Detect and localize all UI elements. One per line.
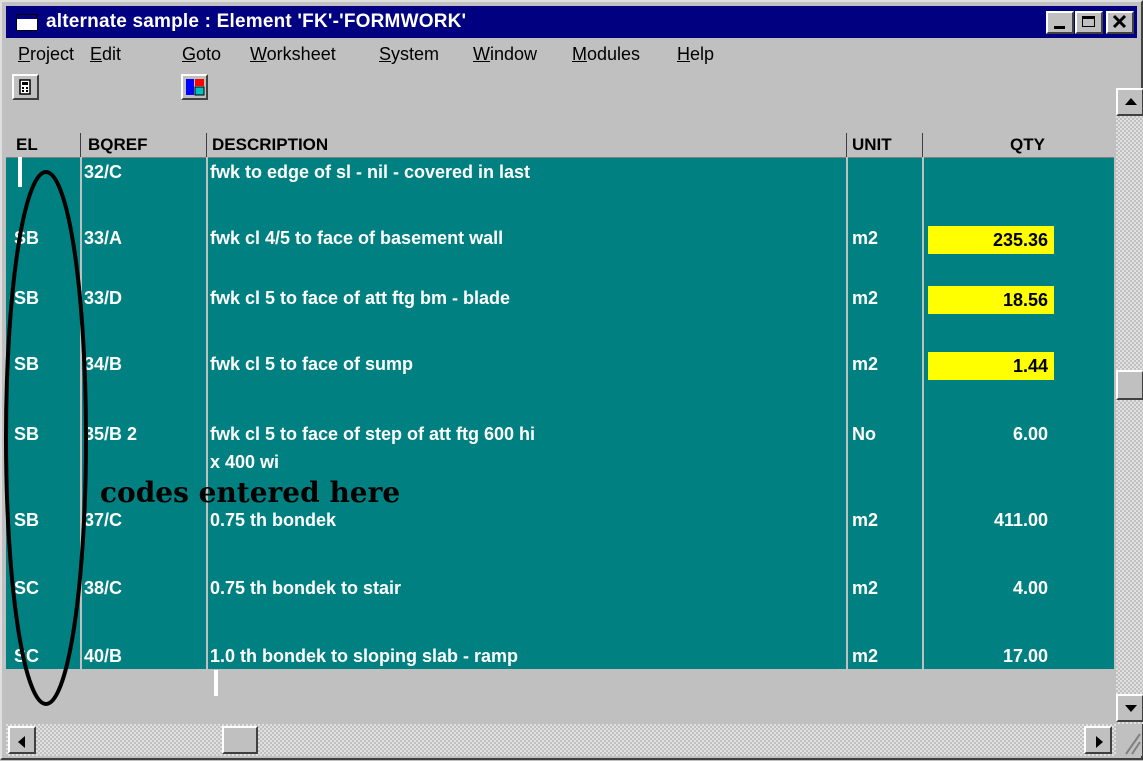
- cell-unit[interactable]: m2: [852, 228, 878, 249]
- arrow-down-icon: [1125, 705, 1137, 712]
- maximize-icon: [1082, 16, 1095, 27]
- cell-unit[interactable]: m2: [852, 354, 878, 375]
- cell-description[interactable]: 0.75 th bondek to stair: [210, 578, 401, 599]
- col-divider[interactable]: [206, 133, 207, 157]
- cell-qty[interactable]: 17.00: [928, 646, 1054, 667]
- col-unit[interactable]: UNIT: [852, 135, 892, 155]
- menu-worksheet[interactable]: Worksheet: [250, 44, 336, 65]
- menu-window[interactable]: Window: [473, 44, 537, 65]
- vertical-scrollbar[interactable]: [1116, 88, 1143, 724]
- menu-system[interactable]: System: [379, 44, 439, 65]
- col-divider[interactable]: [80, 133, 81, 157]
- cell-qty[interactable]: 6.00: [928, 424, 1054, 445]
- size-grip[interactable]: [1116, 724, 1142, 756]
- cell-description-line2[interactable]: x 400 wi: [210, 452, 279, 473]
- menu-edit[interactable]: Edit: [90, 44, 121, 65]
- arrow-left-icon: [18, 736, 25, 748]
- cell-qty[interactable]: 4.00: [928, 578, 1054, 599]
- cell-description[interactable]: fwk cl 5 to face of sump: [210, 354, 413, 375]
- menu-modules[interactable]: Modules: [572, 44, 640, 65]
- cell-qty[interactable]: 235.36: [928, 226, 1054, 254]
- cell-unit[interactable]: m2: [852, 288, 878, 309]
- annotation-ellipse: [4, 170, 88, 706]
- window-icon[interactable]: [16, 14, 38, 31]
- column-header: EL BQREF DESCRIPTION UNIT QTY: [6, 133, 1114, 158]
- scroll-right-button[interactable]: [1084, 726, 1112, 754]
- cell-unit[interactable]: No: [852, 424, 876, 445]
- cell-description[interactable]: fwk cl 4/5 to face of basement wall: [210, 228, 503, 249]
- column-line: [846, 157, 848, 669]
- column-line: [922, 157, 924, 669]
- calculator-icon: [19, 79, 31, 95]
- col-el[interactable]: EL: [16, 135, 38, 155]
- menu-help[interactable]: Help: [677, 44, 714, 65]
- cell-description[interactable]: fwk to edge of sl - nil - covered in las…: [210, 162, 530, 183]
- calculator-button[interactable]: [12, 74, 39, 100]
- color-palette-icon: [186, 79, 205, 96]
- cell-description[interactable]: 1.0 th bondek to sloping slab - ramp: [210, 646, 518, 667]
- horizontal-scroll-thumb[interactable]: [222, 726, 258, 754]
- col-qty[interactable]: QTY: [1010, 135, 1045, 155]
- cell-description[interactable]: fwk cl 5 to face of step of att ftg 600 …: [210, 424, 535, 445]
- minimize-button[interactable]: [1046, 11, 1074, 34]
- menu-project[interactable]: Project: [18, 44, 74, 65]
- column-line: [206, 157, 208, 669]
- col-bqref[interactable]: BQREF: [88, 135, 148, 155]
- col-divider[interactable]: [846, 133, 847, 157]
- text-cursor: [214, 670, 218, 696]
- menu-goto[interactable]: Goto: [182, 44, 221, 65]
- cell-description[interactable]: 0.75 th bondek: [210, 510, 336, 531]
- horizontal-scrollbar[interactable]: [6, 724, 1116, 756]
- cell-unit[interactable]: m2: [852, 646, 878, 667]
- toolbar: [6, 72, 1116, 102]
- cell-unit[interactable]: m2: [852, 578, 878, 599]
- arrow-up-icon: [1125, 98, 1137, 105]
- minimize-icon: [1054, 26, 1065, 29]
- col-divider[interactable]: [922, 133, 923, 157]
- cell-qty[interactable]: 18.56: [928, 286, 1054, 314]
- annotation-label: codes entered here: [100, 476, 401, 509]
- scroll-down-button[interactable]: [1116, 694, 1143, 722]
- resize-grip-icon: [1125, 733, 1141, 755]
- close-icon: [1112, 14, 1127, 29]
- cell-qty[interactable]: 1.44: [928, 352, 1054, 380]
- window-title: alternate sample : Element 'FK'-'FORMWOR…: [46, 11, 467, 32]
- vertical-scroll-thumb[interactable]: [1116, 370, 1143, 400]
- title-bar[interactable]: alternate sample : Element 'FK'-'FORMWOR…: [6, 6, 1137, 38]
- app-window: alternate sample : Element 'FK'-'FORMWOR…: [0, 0, 1143, 760]
- menu-bar: Project Edit Goto Worksheet System Windo…: [6, 39, 1137, 71]
- grid-footer: [6, 670, 1114, 722]
- cell-description[interactable]: fwk cl 5 to face of att ftg bm - blade: [210, 288, 510, 309]
- color-palette-button[interactable]: [181, 74, 208, 100]
- arrow-right-icon: [1096, 736, 1103, 748]
- scroll-left-button[interactable]: [8, 726, 36, 754]
- scroll-up-button[interactable]: [1116, 88, 1143, 116]
- close-button[interactable]: [1106, 11, 1134, 34]
- cell-qty[interactable]: 411.00: [928, 510, 1054, 531]
- col-description[interactable]: DESCRIPTION: [212, 135, 328, 155]
- maximize-button[interactable]: [1075, 11, 1103, 34]
- cell-unit[interactable]: m2: [852, 510, 878, 531]
